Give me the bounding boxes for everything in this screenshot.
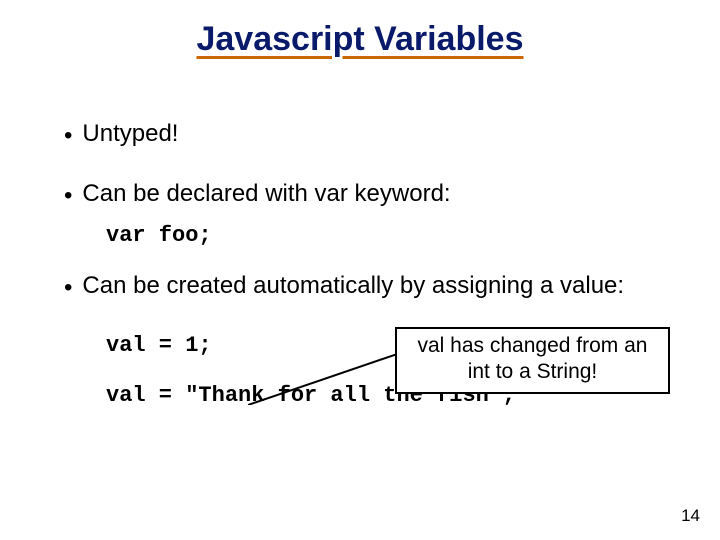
bullet-1: • Untyped!	[64, 118, 680, 152]
bullet-3: • Can be created automatically by assign…	[64, 270, 680, 304]
bullet-dot: •	[64, 272, 72, 304]
callout-box: val has changed from an int to a String!	[395, 327, 670, 394]
bullet-3-text: Can be created automatically by assignin…	[82, 270, 680, 304]
bullet-2: • Can be declared with var keyword:	[64, 178, 680, 212]
callout-line-1: val has changed from an	[407, 333, 658, 359]
slide-title: Javascript Variables	[0, 20, 720, 59]
bullet-2-text: Can be declared with var keyword:	[82, 178, 680, 212]
code-line-1: var foo;	[106, 221, 680, 251]
page-number: 14	[681, 506, 700, 526]
bullet-dot: •	[64, 180, 72, 212]
slide: Javascript Variables • Untyped! • Can be…	[0, 0, 720, 540]
callout-line-2: int to a String!	[407, 359, 658, 385]
bullet-1-text: Untyped!	[82, 118, 680, 152]
bullet-dot: •	[64, 120, 72, 152]
